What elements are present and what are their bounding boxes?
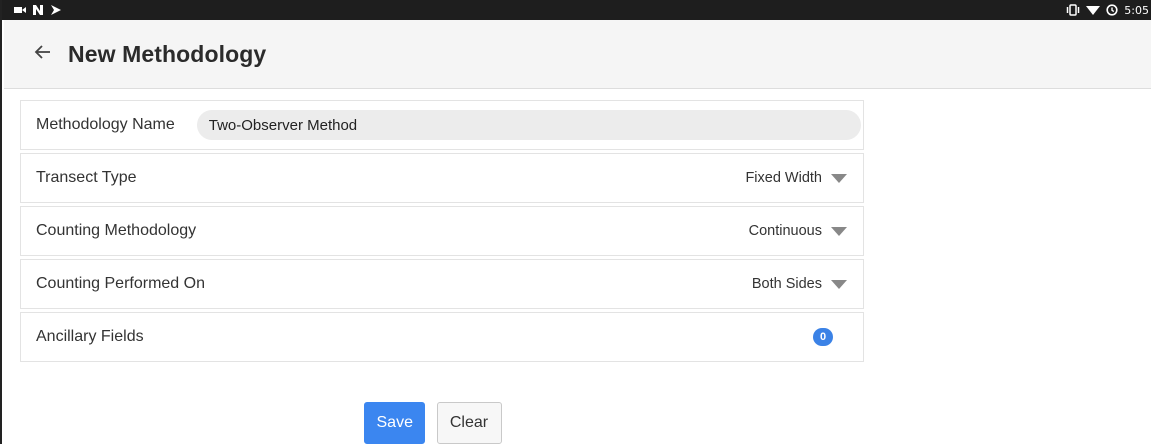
methodology-name-label: Methodology Name [36,116,175,133]
status-right-icons: 5:05 [1066,0,1149,20]
download-notification-icon [50,0,62,20]
methodology-name-row: Methodology Name [20,100,864,150]
status-left-icons [14,0,62,20]
caret-down-icon [831,173,847,183]
n-notification-icon [32,0,44,20]
counting-performed-on-value: Both Sides [751,276,822,292]
app-bar: New Methodology [4,20,1151,89]
transect-type-value: Fixed Width [745,170,822,186]
transect-type-row[interactable]: Transect Type Fixed Width [20,153,864,203]
counting-performed-on-label: Counting Performed On [36,275,205,292]
back-button[interactable] [24,35,62,73]
page-title: New Methodology [68,40,267,67]
clear-button[interactable]: Clear [436,402,502,444]
ancillary-fields-row[interactable]: Ancillary Fields 0 [20,312,864,362]
counting-methodology-row[interactable]: Counting Methodology Continuous [20,206,864,256]
caret-down-icon [831,279,847,289]
status-bar: 5:05 [2,0,1151,20]
counting-methodology-select[interactable]: Continuous [749,223,849,239]
vibrate-icon [1066,0,1080,20]
form-actions: Save Clear [2,402,1151,444]
status-time: 5:05 [1124,3,1149,17]
transect-type-label: Transect Type [36,169,137,186]
wifi-icon [1086,0,1101,20]
alarm-icon [1106,0,1118,20]
methodology-name-input[interactable] [196,110,861,140]
arrow-left-icon [34,44,52,64]
transect-type-select[interactable]: Fixed Width [745,170,849,186]
ancillary-fields-count-badge: 0 [813,328,833,346]
counting-performed-on-row[interactable]: Counting Performed On Both Sides [20,259,864,309]
save-button[interactable]: Save [363,402,425,444]
counting-performed-on-select[interactable]: Both Sides [752,276,849,292]
video-icon [14,0,26,20]
methodology-form: Methodology Name Transect Type Fixed Wid… [20,100,864,365]
app-frame: 5:05 New Methodology Methodology Name Tr… [0,0,1151,444]
ancillary-fields-label: Ancillary Fields [36,328,144,345]
counting-methodology-value: Continuous [748,223,822,239]
counting-methodology-label: Counting Methodology [36,222,197,239]
caret-down-icon [831,226,847,236]
